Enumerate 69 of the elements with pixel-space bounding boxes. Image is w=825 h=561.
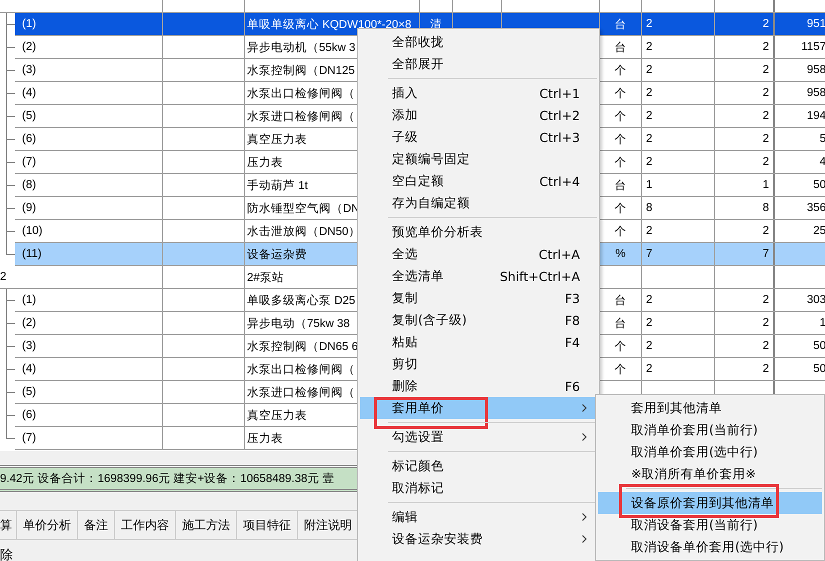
- table-cell: 2: [762, 110, 769, 122]
- table-cell: (2): [15, 312, 163, 334]
- table-cell: (4): [15, 358, 163, 380]
- table-cell: 2: [762, 294, 769, 306]
- table-cell: (5): [15, 105, 163, 127]
- table-cell: 951: [806, 18, 825, 30]
- table-cell: 2: [646, 156, 652, 168]
- table-cell: (7): [15, 427, 163, 449]
- table-cell: (5): [15, 381, 163, 403]
- table-cell: 2: [646, 133, 652, 145]
- table-cell: 2: [646, 340, 652, 352]
- table-cell-text: 台: [614, 178, 626, 192]
- table-cell: 2: [646, 225, 652, 237]
- table-cell: 1: [820, 317, 825, 329]
- table-cell: 1157: [801, 41, 825, 53]
- table-cell: 2: [646, 18, 652, 30]
- table-cell-text: 个: [614, 340, 626, 354]
- table-cell: %: [615, 248, 626, 260]
- table-cell: (10): [15, 220, 163, 242]
- table-cell-text: 个: [614, 132, 626, 146]
- table-cell: (2): [15, 36, 163, 58]
- table-cell: 1: [646, 179, 652, 191]
- table-cell: 2: [762, 87, 769, 99]
- table-cell: 2: [646, 317, 652, 329]
- table-cell-text: 个: [614, 202, 626, 216]
- table-cell-text: 台: [614, 40, 626, 54]
- table-cell: 2: [762, 340, 769, 352]
- table-cell: 1: [762, 179, 769, 191]
- table-cell: (4): [15, 82, 163, 104]
- table-cell: 7: [762, 248, 769, 260]
- table-cell: 8: [762, 202, 769, 214]
- table-cell: (7): [15, 151, 163, 173]
- table-cell-text: 个: [614, 64, 626, 78]
- table-cell-text: 个: [614, 362, 626, 376]
- table-cell: (1): [15, 289, 163, 311]
- status-bar: 9.42元 设备合计：1698399.96元 建安+设备：10658489.38元 壹: [0, 468, 357, 492]
- table-cell: 8: [646, 202, 652, 214]
- table-cell: (3): [15, 59, 163, 81]
- table-cell: 2: [762, 317, 769, 329]
- table-cell: (9): [15, 197, 163, 219]
- table-cell: 2: [646, 294, 652, 306]
- table-cell: 2: [762, 363, 769, 375]
- table-cell: (3): [15, 335, 163, 357]
- table-cell: 2: [646, 64, 652, 76]
- table-cell-text: 台: [614, 18, 626, 32]
- table-cell-text: 个: [614, 156, 626, 170]
- table-cell: 2: [762, 18, 769, 30]
- table-cell: (1): [15, 13, 163, 35]
- table-cell: 7: [646, 248, 652, 260]
- table-cell: 2: [646, 363, 652, 375]
- table-cell-text: 台: [614, 294, 626, 308]
- table-cell: 2: [762, 225, 769, 237]
- table-cell: (6): [15, 404, 163, 426]
- table-cell: (11): [15, 243, 163, 265]
- table-cell: 2: [762, 133, 769, 145]
- table-cell-text: 个: [614, 86, 626, 100]
- bottom-text: 除: [0, 547, 13, 561]
- table-cell: (6): [15, 128, 163, 150]
- table-cell-text: 台: [614, 316, 626, 330]
- table-cell: 2: [646, 87, 652, 99]
- table-cell: 2: [762, 41, 769, 53]
- table-cell-text: 个: [614, 224, 626, 238]
- table-cell: (8): [15, 174, 163, 196]
- table-cell: 2: [762, 64, 769, 76]
- table-cell: 2: [646, 41, 652, 53]
- table-cell: 2: [646, 110, 652, 122]
- table-cell: 2: [762, 156, 769, 168]
- table-cell-text: 个: [614, 110, 626, 124]
- table-cell: 2: [0, 266, 163, 288]
